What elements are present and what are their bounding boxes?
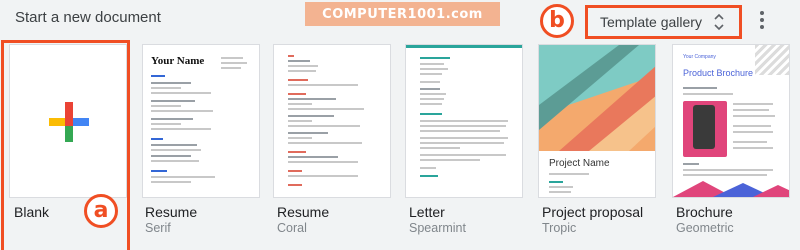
template-resume-serif[interactable]: Your Name (142, 44, 260, 198)
preview-name: Your Name (151, 55, 205, 67)
template-sub-tropic: Tropic (542, 221, 577, 235)
template-label-brochure: Brochure (676, 204, 733, 220)
template-sub-spearmint: Spearmint (409, 221, 466, 235)
plus-icon (49, 102, 89, 142)
preview-project-name: Project Name (549, 158, 610, 169)
watermark-banner: COMPUTER1001.com (305, 2, 500, 26)
template-letter-spearmint[interactable] (405, 44, 523, 198)
template-label-blank: Blank (14, 204, 50, 220)
annotation-badge-a: a (84, 194, 118, 228)
template-sub-coral: Coral (277, 221, 307, 235)
template-label-project-proposal: Project proposal (542, 204, 644, 220)
template-label-resume-serif: Resume (145, 204, 198, 220)
template-brochure[interactable]: Your Company Product Brochure (672, 44, 790, 198)
more-options-button[interactable] (752, 8, 772, 32)
template-gallery-label: Template gallery (600, 14, 702, 30)
page-title: Start a new document (15, 9, 161, 26)
more-vert-icon (760, 11, 764, 15)
unfold-more-icon (714, 13, 724, 31)
annotation-badge-b: b (540, 4, 574, 38)
template-sub-serif: Serif (145, 221, 171, 235)
template-gallery-button[interactable]: Template gallery (590, 9, 736, 35)
template-blank[interactable] (9, 44, 127, 198)
template-label-letter: Letter (409, 204, 445, 220)
template-sub-geometric: Geometric (676, 221, 734, 235)
template-label-resume-coral: Resume (277, 204, 330, 220)
geometric-footer (673, 181, 789, 197)
template-project-proposal[interactable]: Project Name (538, 44, 656, 198)
preview-company: Your Company (683, 54, 716, 60)
template-resume-coral[interactable] (273, 44, 391, 198)
preview-brochure-title: Product Brochure (683, 68, 754, 78)
tropic-graphic (539, 45, 655, 151)
